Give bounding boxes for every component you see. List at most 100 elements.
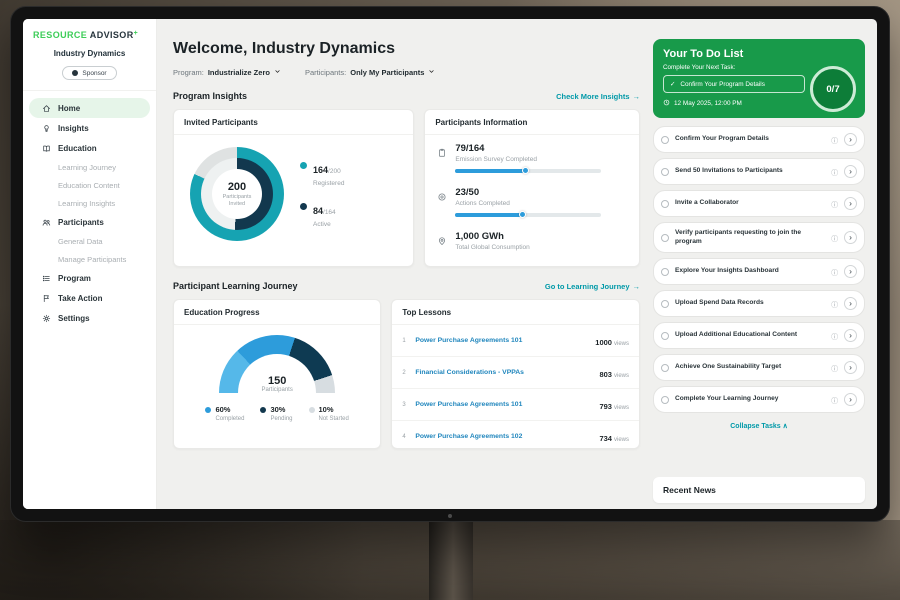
- sidebar-item-insights[interactable]: Insights: [29, 118, 150, 138]
- filters-row: Program: Industrialize Zero Participants…: [173, 68, 640, 77]
- program-filter[interactable]: Program: Industrialize Zero: [173, 68, 281, 77]
- checkbox-icon[interactable]: [661, 168, 669, 176]
- legend-label: Not Started: [319, 416, 349, 422]
- checkbox-icon[interactable]: [661, 200, 669, 208]
- task-row-confirm-program[interactable]: Confirm Your Program Details ⓘ ›: [653, 126, 865, 153]
- sidebar-item-label: Settings: [58, 314, 90, 323]
- lesson-views-label: views: [614, 341, 629, 347]
- checkbox-icon[interactable]: [661, 364, 669, 372]
- check-more-insights-link[interactable]: Check More Insights →: [556, 92, 640, 101]
- chevron-right-icon[interactable]: ›: [844, 329, 857, 342]
- legend-label: Active: [313, 221, 336, 228]
- org-name: Industry Dynamics: [29, 49, 150, 58]
- legend-value: 60%: [215, 405, 230, 414]
- info-icon[interactable]: ⓘ: [831, 363, 838, 373]
- info-icon[interactable]: ⓘ: [831, 233, 838, 243]
- task-row-send-invitations[interactable]: Send 50 Invitations to Participants ⓘ ›: [653, 158, 865, 185]
- recent-news-card[interactable]: Recent News: [653, 477, 865, 503]
- logo-secondary: ADVISOR: [90, 30, 134, 40]
- info-icon[interactable]: ⓘ: [831, 167, 838, 177]
- info-icon[interactable]: ⓘ: [831, 395, 838, 405]
- sidebar-item-education[interactable]: Education: [29, 138, 150, 158]
- chevron-up-icon: ∧: [783, 423, 788, 430]
- sidebar-item-learning-journey[interactable]: Learning Journey: [29, 158, 150, 176]
- lesson-views: 734: [599, 434, 612, 443]
- sidebar: RESOURCE ADVISOR+ Industry Dynamics Spon…: [23, 19, 157, 509]
- task-row-achieve-target[interactable]: Achieve One Sustainability Target ⓘ ›: [653, 354, 865, 381]
- lesson-link[interactable]: Financial Considerations - VPPAs: [415, 369, 592, 376]
- task-row-complete-learning-journey[interactable]: Complete Your Learning Journey ⓘ ›: [653, 386, 865, 413]
- clock-icon: [663, 99, 670, 108]
- sidebar-item-take-action[interactable]: Take Action: [29, 288, 150, 308]
- go-to-learning-journey-link[interactable]: Go to Learning Journey →: [545, 282, 640, 291]
- chevron-right-icon[interactable]: ›: [844, 361, 857, 374]
- monitor-bezel: RESOURCE ADVISOR+ Industry Dynamics Spon…: [10, 6, 890, 522]
- sidebar-item-program[interactable]: Program: [29, 268, 150, 288]
- collapse-tasks-button[interactable]: Collapse Tasks ∧: [653, 422, 865, 430]
- teal-dot-icon: [300, 162, 307, 169]
- sidebar-item-manage-participants[interactable]: Manage Participants: [29, 250, 150, 268]
- checkbox-icon[interactable]: [661, 136, 669, 144]
- sidebar-item-label: Manage Participants: [58, 255, 126, 264]
- org-block: Industry Dynamics Sponsor: [23, 47, 156, 91]
- legend-value: 84: [313, 206, 323, 216]
- info-icon[interactable]: ⓘ: [831, 199, 838, 209]
- recent-news-title: Recent News: [663, 485, 716, 495]
- info-icon[interactable]: ⓘ: [831, 135, 838, 145]
- stat-value: 1,000 GWh: [455, 231, 529, 242]
- task-row-explore-insights[interactable]: Explore Your Insights Dashboard ⓘ ›: [653, 258, 865, 285]
- top-lessons-card: Top Lessons 1 Power Purchase Agreements …: [391, 299, 640, 449]
- legend-item-completed: 60% Completed: [205, 405, 244, 422]
- checkbox-icon[interactable]: [661, 234, 669, 242]
- chevron-right-icon[interactable]: ›: [844, 297, 857, 310]
- chevron-right-icon[interactable]: ›: [844, 133, 857, 146]
- sidebar-item-learning-insights[interactable]: Learning Insights: [29, 194, 150, 212]
- gauge-legend: 60% Completed 30% Pending 10%: [205, 405, 348, 422]
- next-task-box[interactable]: ✓ Confirm Your Program Details: [663, 75, 805, 93]
- sponsor-badge[interactable]: Sponsor: [62, 66, 116, 80]
- chevron-right-icon[interactable]: ›: [844, 231, 857, 244]
- task-row-verify-participants[interactable]: Verify participants requesting to join t…: [653, 222, 865, 253]
- sidebar-item-home[interactable]: Home: [29, 98, 150, 118]
- list-icon: [41, 274, 51, 283]
- sidebar-item-education-content[interactable]: Education Content: [29, 176, 150, 194]
- chevron-right-icon[interactable]: ›: [844, 197, 857, 210]
- task-label: Achieve One Sustainability Target: [675, 363, 825, 372]
- due-text: 12 May 2025, 12:00 PM: [674, 100, 742, 107]
- lesson-link[interactable]: Power Purchase Agreements 101: [415, 337, 588, 344]
- checkbox-icon[interactable]: [661, 396, 669, 404]
- sidebar-item-label: Home: [58, 104, 80, 113]
- home-icon: [41, 104, 51, 113]
- task-row-invite-collaborator[interactable]: Invite a Collaborator ⓘ ›: [653, 190, 865, 217]
- task-label: Verify participants requesting to join t…: [675, 229, 825, 246]
- gauge-center: 150 Participants: [219, 375, 335, 393]
- participants-information-card: Participants Information 79/164 Emission…: [424, 109, 640, 267]
- sidebar-item-settings[interactable]: Settings: [29, 308, 150, 328]
- journey-cards-row: Education Progress 150 Participants: [173, 299, 640, 449]
- chevron-right-icon[interactable]: ›: [844, 393, 857, 406]
- lesson-views: 1000: [595, 338, 612, 347]
- gear-icon: [41, 314, 51, 323]
- task-row-upload-spend-data[interactable]: Upload Spend Data Records ⓘ ›: [653, 290, 865, 317]
- sidebar-item-general-data[interactable]: General Data: [29, 232, 150, 250]
- task-row-upload-educational-content[interactable]: Upload Additional Educational Content ⓘ …: [653, 322, 865, 349]
- info-icon[interactable]: ⓘ: [831, 299, 838, 309]
- lesson-link[interactable]: Power Purchase Agreements 101: [415, 401, 592, 408]
- task-label: Send 50 Invitations to Participants: [675, 167, 825, 176]
- education-progress-card: Education Progress 150 Participants: [173, 299, 381, 449]
- sidebar-item-label: Learning Journey: [58, 163, 116, 172]
- sidebar-item-participants[interactable]: Participants: [29, 212, 150, 232]
- lesson-link[interactable]: Power Purchase Agreements 102: [415, 433, 592, 440]
- info-icon[interactable]: ⓘ: [831, 331, 838, 341]
- checkbox-icon[interactable]: [661, 268, 669, 276]
- lesson-row: 2 Financial Considerations - VPPAs 803vi…: [392, 357, 639, 389]
- participants-filter[interactable]: Participants: Only My Participants: [305, 68, 435, 77]
- chevron-right-icon[interactable]: ›: [844, 265, 857, 278]
- gray-dot-icon: [309, 407, 315, 413]
- chevron-right-icon[interactable]: ›: [844, 165, 857, 178]
- task-label: Explore Your Insights Dashboard: [675, 267, 825, 276]
- info-icon[interactable]: ⓘ: [831, 267, 838, 277]
- checkbox-icon[interactable]: [661, 332, 669, 340]
- link-label: Go to Learning Journey: [545, 282, 630, 291]
- checkbox-icon[interactable]: [661, 300, 669, 308]
